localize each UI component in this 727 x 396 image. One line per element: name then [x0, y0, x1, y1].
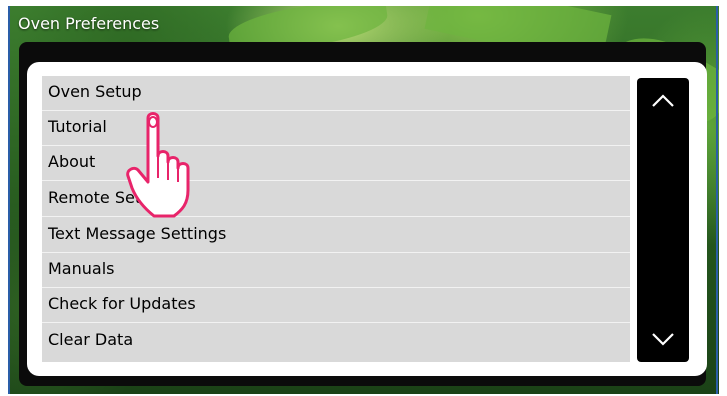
menu-item-label: About — [48, 152, 96, 171]
menu-item-manuals[interactable]: Manuals — [42, 253, 630, 288]
window-title: Oven Preferences — [18, 14, 160, 33]
chevron-down-icon[interactable] — [651, 332, 675, 348]
window-border-right — [716, 6, 718, 394]
menu-item-check-for-updates[interactable]: Check for Updates — [42, 288, 630, 323]
menu-item-label: Tutorial — [48, 117, 107, 136]
pointing-hand-cursor-icon — [126, 112, 198, 224]
menu-item-label: Clear Data — [48, 330, 134, 349]
menu-item-oven-setup[interactable]: Oven Setup — [42, 76, 630, 111]
scrollbar[interactable] — [637, 78, 689, 362]
menu-item-label: Check for Updates — [48, 294, 196, 313]
chevron-up-icon[interactable] — [651, 92, 675, 108]
menu-item-clear-data[interactable]: Clear Data — [42, 324, 630, 359]
window-border-left — [8, 6, 10, 394]
menu-item-label: Manuals — [48, 259, 115, 278]
menu-item-label: Oven Setup — [48, 82, 142, 101]
menu-item-label: Text Message Settings — [48, 224, 227, 243]
